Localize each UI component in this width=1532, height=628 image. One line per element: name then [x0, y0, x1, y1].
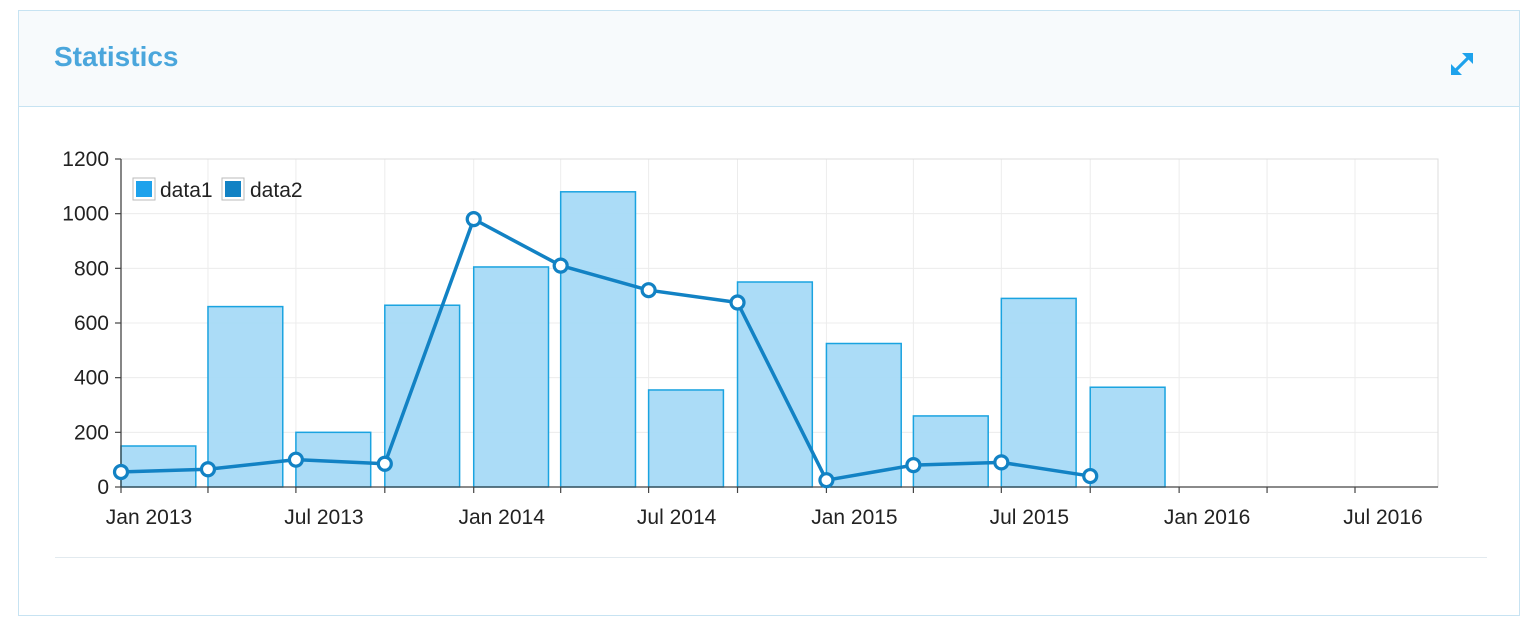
x-tick-label: Jan 2016	[1164, 506, 1250, 529]
point-data2	[1082, 467, 1099, 485]
legend-swatch-data1	[136, 181, 152, 197]
x-tick-label: Jan 2015	[811, 506, 897, 529]
bar-data1	[736, 281, 814, 488]
statistics-widget: Statistics 0 200 400 600 800 1000 1200 Jan 2013…	[18, 10, 1520, 616]
bar-data1	[472, 266, 550, 488]
point-data2	[905, 457, 922, 474]
x-tick-label: Jul 2014	[637, 506, 717, 529]
widget-title: Statistics	[54, 41, 179, 72]
x-tick-label: Jan 2014	[458, 506, 545, 529]
y-tick-label: 800	[74, 257, 109, 280]
bar-data1	[1000, 297, 1077, 488]
bar-data1	[559, 191, 637, 488]
point-data2	[729, 294, 746, 311]
bar-data1	[120, 445, 197, 488]
x-tick-label: Jan 2013	[106, 506, 192, 529]
point-data2	[465, 211, 482, 228]
x-tick-label: Jul 2013	[284, 506, 363, 529]
point-data2	[376, 455, 393, 472]
point-data2	[552, 257, 569, 274]
bar-data1	[647, 389, 725, 488]
y-tick-label: 600	[74, 312, 109, 335]
x-tick-label: Jul 2015	[990, 506, 1069, 529]
legend-label-data2: data2	[250, 179, 303, 202]
expand-arrows-icon[interactable]	[1447, 49, 1477, 79]
legend-label-data1: data1	[160, 179, 213, 202]
point-data2	[287, 451, 305, 468]
point-data2	[640, 282, 657, 299]
y-tick-label: 1000	[62, 203, 109, 226]
bar-data1	[384, 304, 461, 488]
bar-data1	[912, 415, 989, 488]
y-tick-label: 400	[74, 367, 109, 390]
bar-data1	[825, 342, 902, 488]
bar-data1	[1089, 386, 1166, 488]
x-tick-label: Jul 2016	[1343, 506, 1422, 529]
divider	[55, 557, 1487, 558]
legend: data1 data2	[132, 177, 303, 202]
point-data2	[818, 472, 835, 489]
legend-swatch-data2	[225, 181, 241, 197]
point-data2	[112, 463, 130, 481]
y-tick-label: 200	[74, 421, 109, 444]
point-data2	[993, 454, 1010, 471]
statistics-chart: 0 200 400 600 800 1000 1200 Jan 2013 Jul 2013 Jan…	[62, 148, 1439, 529]
chart-area: 0 200 400 600 800 1000 1200 Jan 2013 Jul 2013 Jan…	[19, 107, 1519, 567]
point-data2	[199, 461, 217, 478]
y-tick-label: 1200	[62, 148, 109, 171]
bar-data1	[207, 305, 284, 488]
widget-header: Statistics	[19, 11, 1519, 107]
y-tick-label: 0	[97, 476, 109, 499]
